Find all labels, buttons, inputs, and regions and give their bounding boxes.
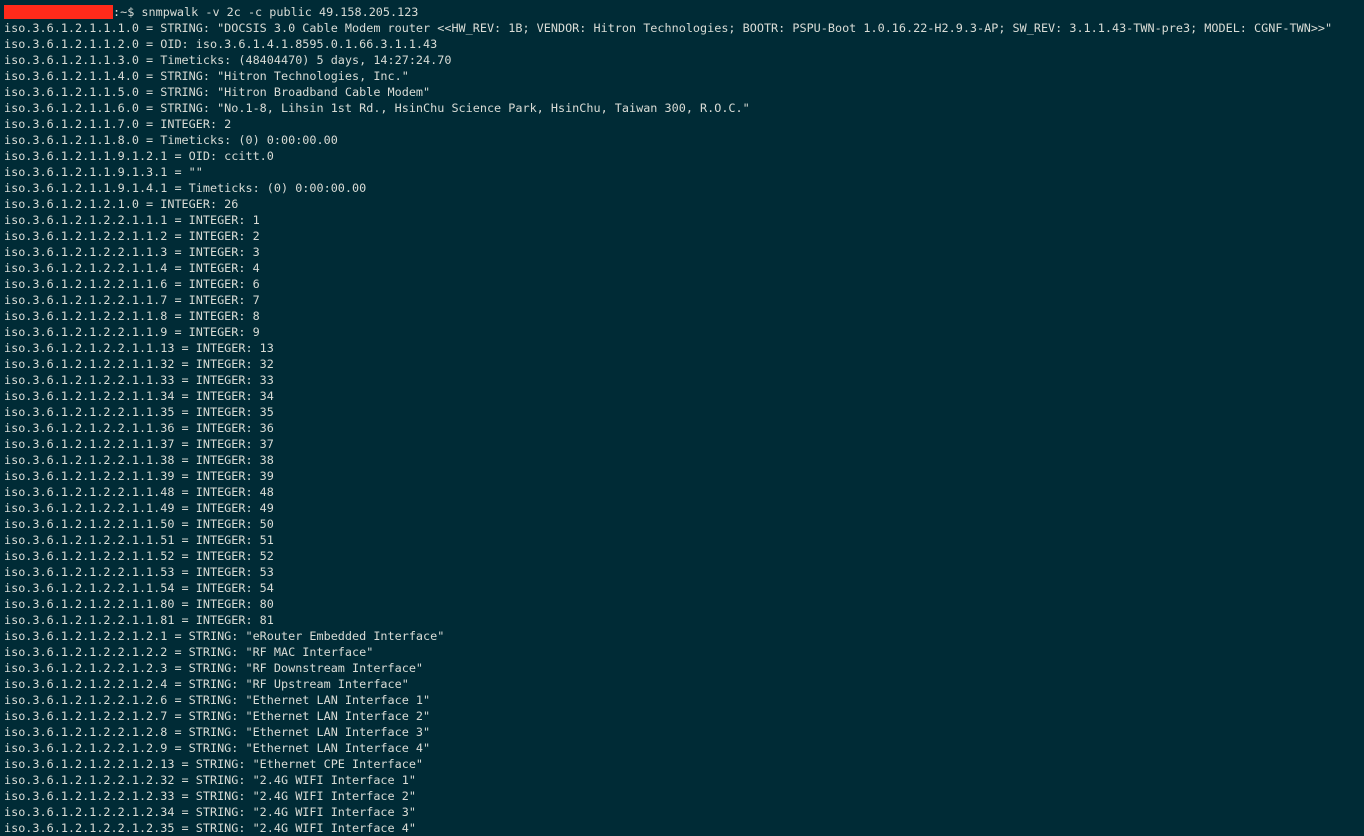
output-line: iso.3.6.1.2.1.1.1.0 = STRING: "DOCSIS 3.… [4,21,1333,35]
output-line: iso.3.6.1.2.1.1.9.1.2.1 = OID: ccitt.0 [4,149,274,163]
output-line: iso.3.6.1.2.1.2.2.1.1.80 = INTEGER: 80 [4,597,274,611]
output-line: iso.3.6.1.2.1.2.2.1.1.3 = INTEGER: 3 [4,245,260,259]
output-line: iso.3.6.1.2.1.2.2.1.2.35 = STRING: "2.4G… [4,821,416,835]
output-line: iso.3.6.1.2.1.1.6.0 = STRING: "No.1-8, L… [4,101,750,115]
terminal-window[interactable]: :~$ snmpwalk -v 2c -c public 49.158.205.… [0,0,1364,836]
output-line: iso.3.6.1.2.1.2.2.1.2.7 = STRING: "Ether… [4,709,431,723]
output-line: iso.3.6.1.2.1.2.2.1.2.9 = STRING: "Ether… [4,741,431,755]
output-line: iso.3.6.1.2.1.1.7.0 = INTEGER: 2 [4,117,232,131]
output-line: iso.3.6.1.2.1.2.2.1.1.13 = INTEGER: 13 [4,341,274,355]
output-line: iso.3.6.1.2.1.2.2.1.1.48 = INTEGER: 48 [4,485,274,499]
output-line: iso.3.6.1.2.1.1.3.0 = Timeticks: (484044… [4,53,452,67]
output-line: iso.3.6.1.2.1.2.2.1.1.36 = INTEGER: 36 [4,421,274,435]
prompt-suffix: :~$ [113,5,142,19]
output-line: iso.3.6.1.2.1.2.2.1.2.13 = STRING: "Ethe… [4,757,424,771]
output-line: iso.3.6.1.2.1.2.2.1.1.8 = INTEGER: 8 [4,309,260,323]
output-line: iso.3.6.1.2.1.1.2.0 = OID: iso.3.6.1.4.1… [4,37,438,51]
output-line: iso.3.6.1.2.1.2.2.1.1.81 = INTEGER: 81 [4,613,274,627]
output-line: iso.3.6.1.2.1.2.2.1.1.32 = INTEGER: 32 [4,357,274,371]
output-line: iso.3.6.1.2.1.1.8.0 = Timeticks: (0) 0:0… [4,133,338,147]
output-line: iso.3.6.1.2.1.2.2.1.1.35 = INTEGER: 35 [4,405,274,419]
output-line: iso.3.6.1.2.1.2.2.1.2.8 = STRING: "Ether… [4,725,431,739]
output-line: iso.3.6.1.2.1.1.9.1.3.1 = "" [4,165,203,179]
output-line: iso.3.6.1.2.1.2.2.1.1.7 = INTEGER: 7 [4,293,260,307]
output-line: iso.3.6.1.2.1.2.2.1.2.1 = STRING: "eRout… [4,629,445,643]
output-line: iso.3.6.1.2.1.2.2.1.2.34 = STRING: "2.4G… [4,805,416,819]
output-line: iso.3.6.1.2.1.2.2.1.1.54 = INTEGER: 54 [4,581,274,595]
output-line: iso.3.6.1.2.1.1.9.1.4.1 = Timeticks: (0)… [4,181,367,195]
output-line: iso.3.6.1.2.1.2.2.1.1.52 = INTEGER: 52 [4,549,274,563]
terminal-output: iso.3.6.1.2.1.1.1.0 = STRING: "DOCSIS 3.… [4,20,1364,836]
output-line: iso.3.6.1.2.1.2.2.1.1.49 = INTEGER: 49 [4,501,274,515]
output-line: iso.3.6.1.2.1.2.2.1.1.51 = INTEGER: 51 [4,533,274,547]
output-line: iso.3.6.1.2.1.2.2.1.1.6 = INTEGER: 6 [4,277,260,291]
output-line: iso.3.6.1.2.1.2.2.1.2.33 = STRING: "2.4G… [4,789,416,803]
output-line: iso.3.6.1.2.1.2.2.1.1.4 = INTEGER: 4 [4,261,260,275]
output-line: iso.3.6.1.2.1.2.2.1.2.3 = STRING: "RF Do… [4,661,424,675]
output-line: iso.3.6.1.2.1.2.2.1.1.33 = INTEGER: 33 [4,373,274,387]
output-line: iso.3.6.1.2.1.2.2.1.1.1 = INTEGER: 1 [4,213,260,227]
output-line: iso.3.6.1.2.1.2.2.1.1.9 = INTEGER: 9 [4,325,260,339]
output-line: iso.3.6.1.2.1.1.5.0 = STRING: "Hitron Br… [4,85,431,99]
output-line: iso.3.6.1.2.1.2.1.0 = INTEGER: 26 [4,197,239,211]
output-line: iso.3.6.1.2.1.2.2.1.1.50 = INTEGER: 50 [4,517,274,531]
output-line: iso.3.6.1.2.1.1.4.0 = STRING: "Hitron Te… [4,69,409,83]
output-line: iso.3.6.1.2.1.2.2.1.2.6 = STRING: "Ether… [4,693,431,707]
output-line: iso.3.6.1.2.1.2.2.1.1.39 = INTEGER: 39 [4,469,274,483]
output-line: iso.3.6.1.2.1.2.2.1.1.2 = INTEGER: 2 [4,229,260,243]
redacted-hostname [4,5,113,19]
output-line: iso.3.6.1.2.1.2.2.1.1.53 = INTEGER: 53 [4,565,274,579]
output-line: iso.3.6.1.2.1.2.2.1.1.38 = INTEGER: 38 [4,453,274,467]
output-line: iso.3.6.1.2.1.2.2.1.2.32 = STRING: "2.4G… [4,773,416,787]
prompt-line: :~$ snmpwalk -v 2c -c public 49.158.205.… [4,4,1364,20]
command-text: snmpwalk -v 2c -c public 49.158.205.123 [141,5,419,19]
output-line: iso.3.6.1.2.1.2.2.1.1.34 = INTEGER: 34 [4,389,274,403]
output-line: iso.3.6.1.2.1.2.2.1.1.37 = INTEGER: 37 [4,437,274,451]
output-line: iso.3.6.1.2.1.2.2.1.2.4 = STRING: "RF Up… [4,677,409,691]
output-line: iso.3.6.1.2.1.2.2.1.2.2 = STRING: "RF MA… [4,645,374,659]
